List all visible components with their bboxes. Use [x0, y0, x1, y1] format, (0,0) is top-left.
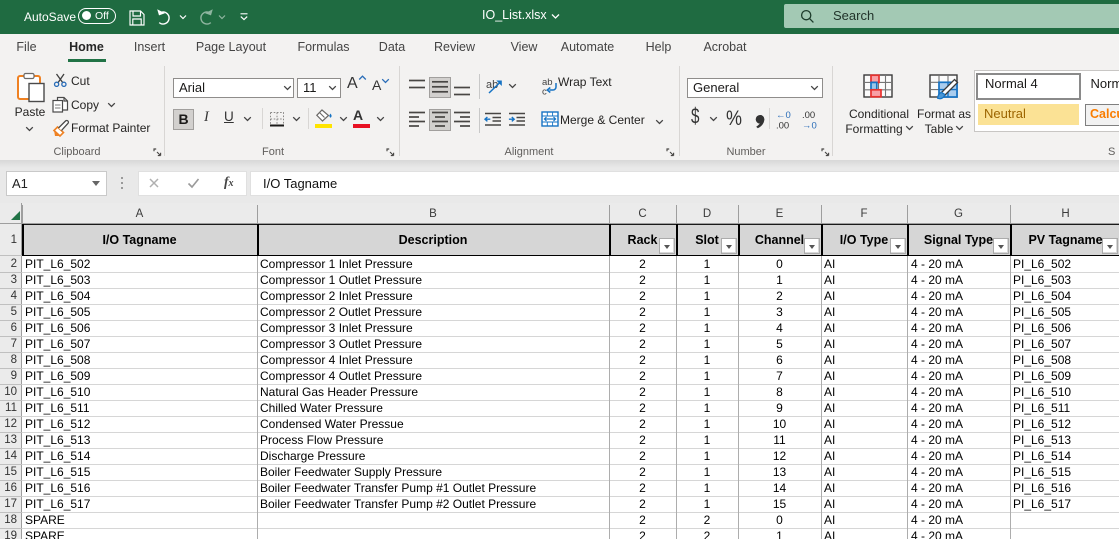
- svg-text:←0: ←0: [776, 110, 791, 121]
- svg-text:.00: .00: [776, 121, 789, 131]
- svg-text:→0: →0: [802, 121, 817, 131]
- svg-text:.00: .00: [802, 110, 815, 121]
- svg-text:c: c: [542, 87, 547, 96]
